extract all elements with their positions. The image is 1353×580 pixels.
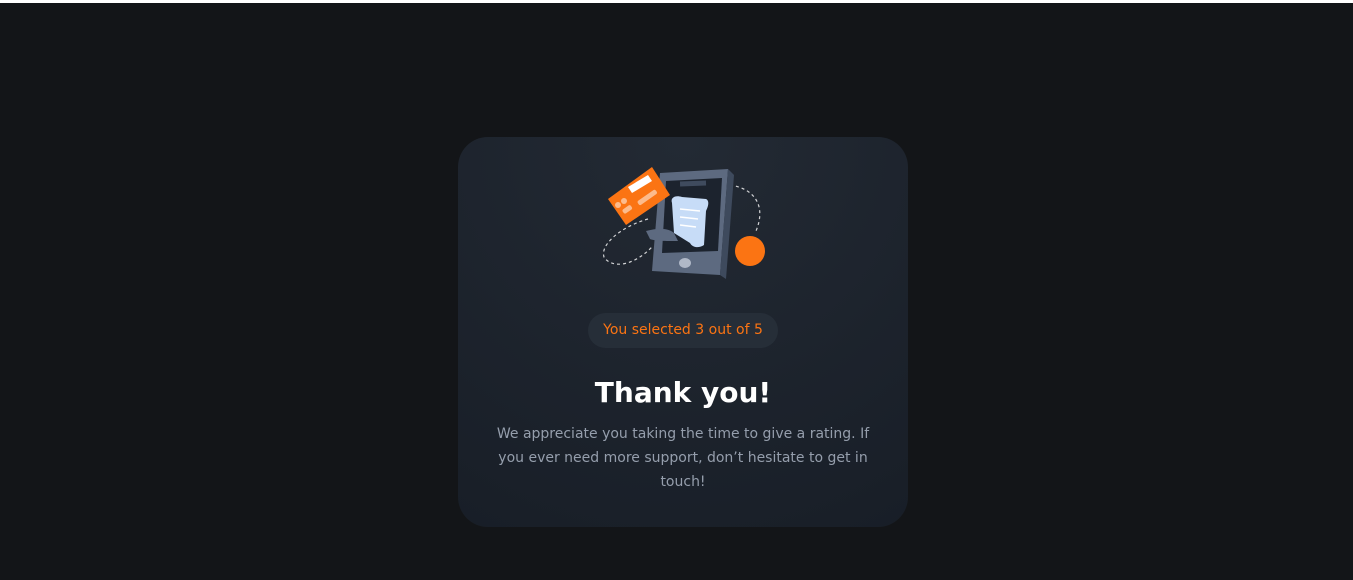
orange-dot-icon — [735, 236, 765, 266]
thank-you-title: Thank you! — [594, 376, 772, 409]
thank-you-illustration — [600, 167, 766, 279]
selected-rating-badge: You selected 3 out of 5 — [588, 313, 778, 348]
top-border — [0, 0, 1353, 3]
thank-you-card: You selected 3 out of 5 Thank you! We ap… — [458, 137, 908, 527]
thank-you-message: We appreciate you taking the time to giv… — [496, 426, 870, 490]
